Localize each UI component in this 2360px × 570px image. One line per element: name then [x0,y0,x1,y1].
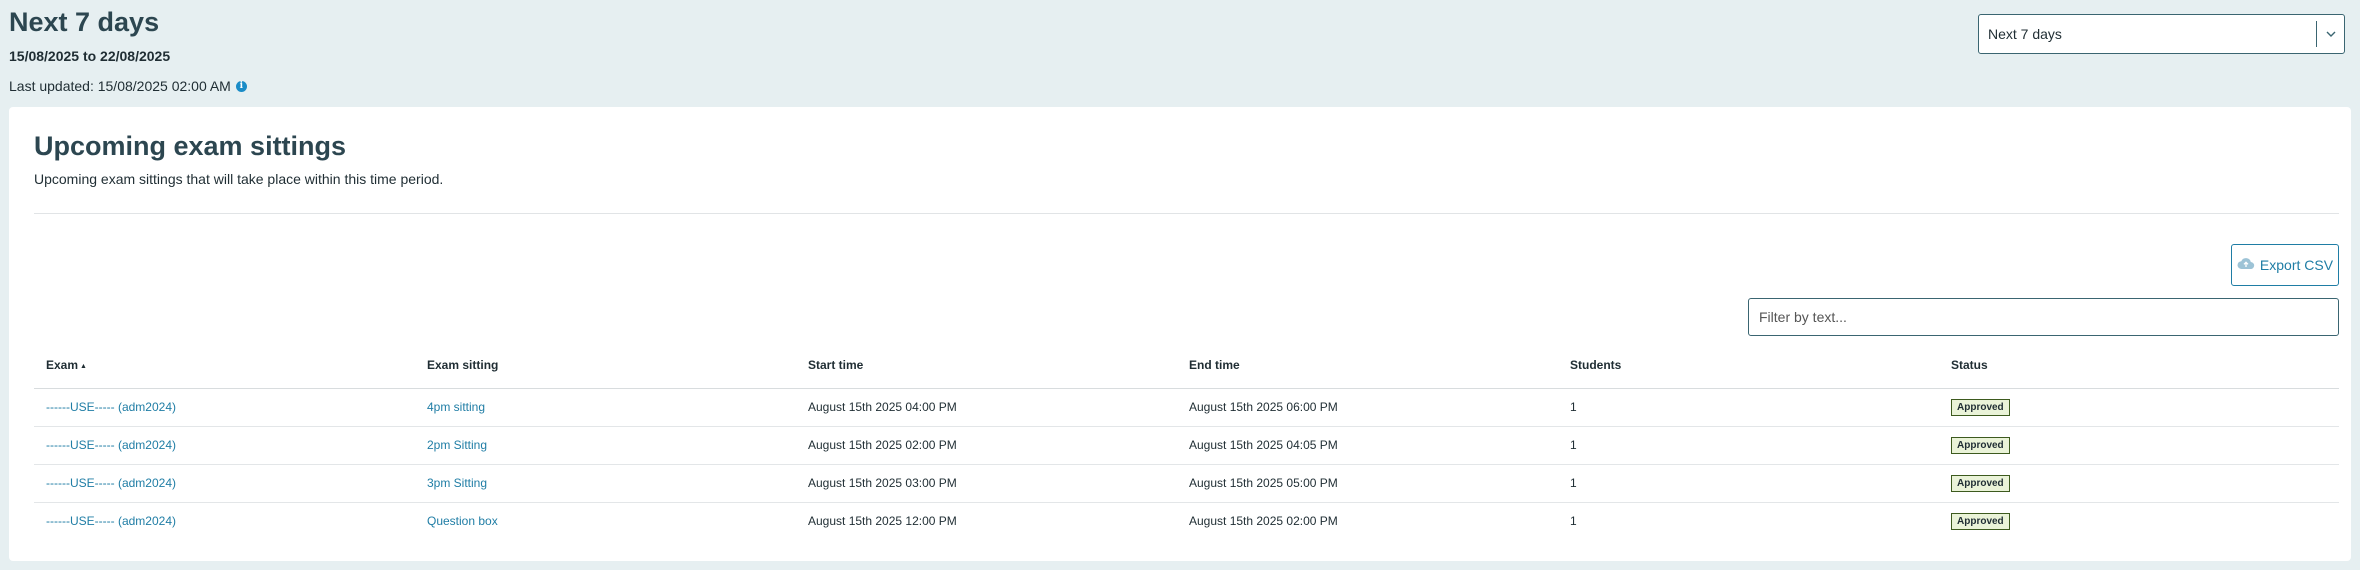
students-count: 1 [1558,388,1939,427]
period-select-value: Next 7 days [1988,26,2062,42]
last-updated-text: Last updated: 15/08/2025 02:00 AM [9,78,231,94]
sittings-table: Exam ▲ Exam sitting Start time End time S… [34,343,2339,540]
exam-link[interactable]: ------USE----- (adm2024) [46,514,176,528]
cloud-upload-icon [2237,257,2260,273]
sitting-link[interactable]: 2pm Sitting [427,438,487,452]
page-header: Next 7 days 15/08/2025 to 22/08/2025 Las… [0,0,2360,106]
sitting-link[interactable]: 3pm Sitting [427,476,487,490]
status-badge: Approved [1951,398,2010,416]
column-header-exam[interactable]: Exam ▲ [34,343,415,389]
last-updated-row: Last updated: 15/08/2025 02:00 AM i [9,78,2351,94]
exam-link[interactable]: ------USE----- (adm2024) [46,438,176,452]
exam-link[interactable]: ------USE----- (adm2024) [46,476,176,490]
sort-ascending-icon: ▲ [80,363,87,371]
start-time: August 15th 2025 12:00 PM [808,514,957,529]
table-row: ------USE----- (adm2024) 4pm sitting Aug… [34,388,2339,427]
card-title: Upcoming exam sittings [34,131,347,161]
filter-input[interactable] [1748,298,2339,336]
table-row: ------USE----- (adm2024) 2pm Sitting Aug… [34,426,2339,465]
column-header-status[interactable]: Status [1939,343,2339,389]
status-badge: Approved [1951,512,2010,530]
status-badge: Approved [1951,474,2010,492]
table-row: ------USE----- (adm2024) 3pm Sitting Aug… [34,464,2339,503]
export-csv-button[interactable]: Export CSV [2231,244,2339,286]
period-select[interactable]: Next 7 days [1978,14,2345,54]
table-header-row: Exam ▲ Exam sitting Start time End time S… [34,343,2339,389]
sitting-link[interactable]: Question box [427,514,498,528]
column-header-sitting[interactable]: Exam sitting [415,343,796,389]
students-count: 1 [1570,514,1577,529]
start-time: August 15th 2025 04:00 PM [796,388,1177,427]
end-time: August 15th 2025 04:05 PM [1177,426,1558,465]
start-time: August 15th 2025 02:00 PM [796,426,1177,465]
status-badge: Approved [1951,436,2010,454]
start-time: August 15th 2025 03:00 PM [796,464,1177,503]
end-time: August 15th 2025 05:00 PM [1177,464,1558,503]
sitting-link[interactable]: 4pm sitting [427,400,485,414]
column-header-end[interactable]: End time [1177,343,1558,389]
chevron-down-icon[interactable] [2317,31,2344,37]
card-subtitle: Upcoming exam sittings that will take pl… [34,171,444,187]
info-icon[interactable]: i [235,80,247,92]
students-count: 1 [1558,426,1939,465]
end-time: August 15th 2025 06:00 PM [1177,388,1558,427]
upcoming-sittings-card: Upcoming exam sittings Upcoming exam sit… [9,107,2351,561]
end-time: August 15th 2025 02:00 PM [1189,514,1338,529]
column-header-students[interactable]: Students [1558,343,1939,389]
column-header-start[interactable]: Start time [796,343,1177,389]
exam-link[interactable]: ------USE----- (adm2024) [46,400,176,414]
table-row: ------USE----- (adm2024) Question box Au… [34,502,2339,540]
divider [34,213,2339,214]
students-count: 1 [1558,464,1939,503]
export-csv-label: Export CSV [2259,257,2334,273]
